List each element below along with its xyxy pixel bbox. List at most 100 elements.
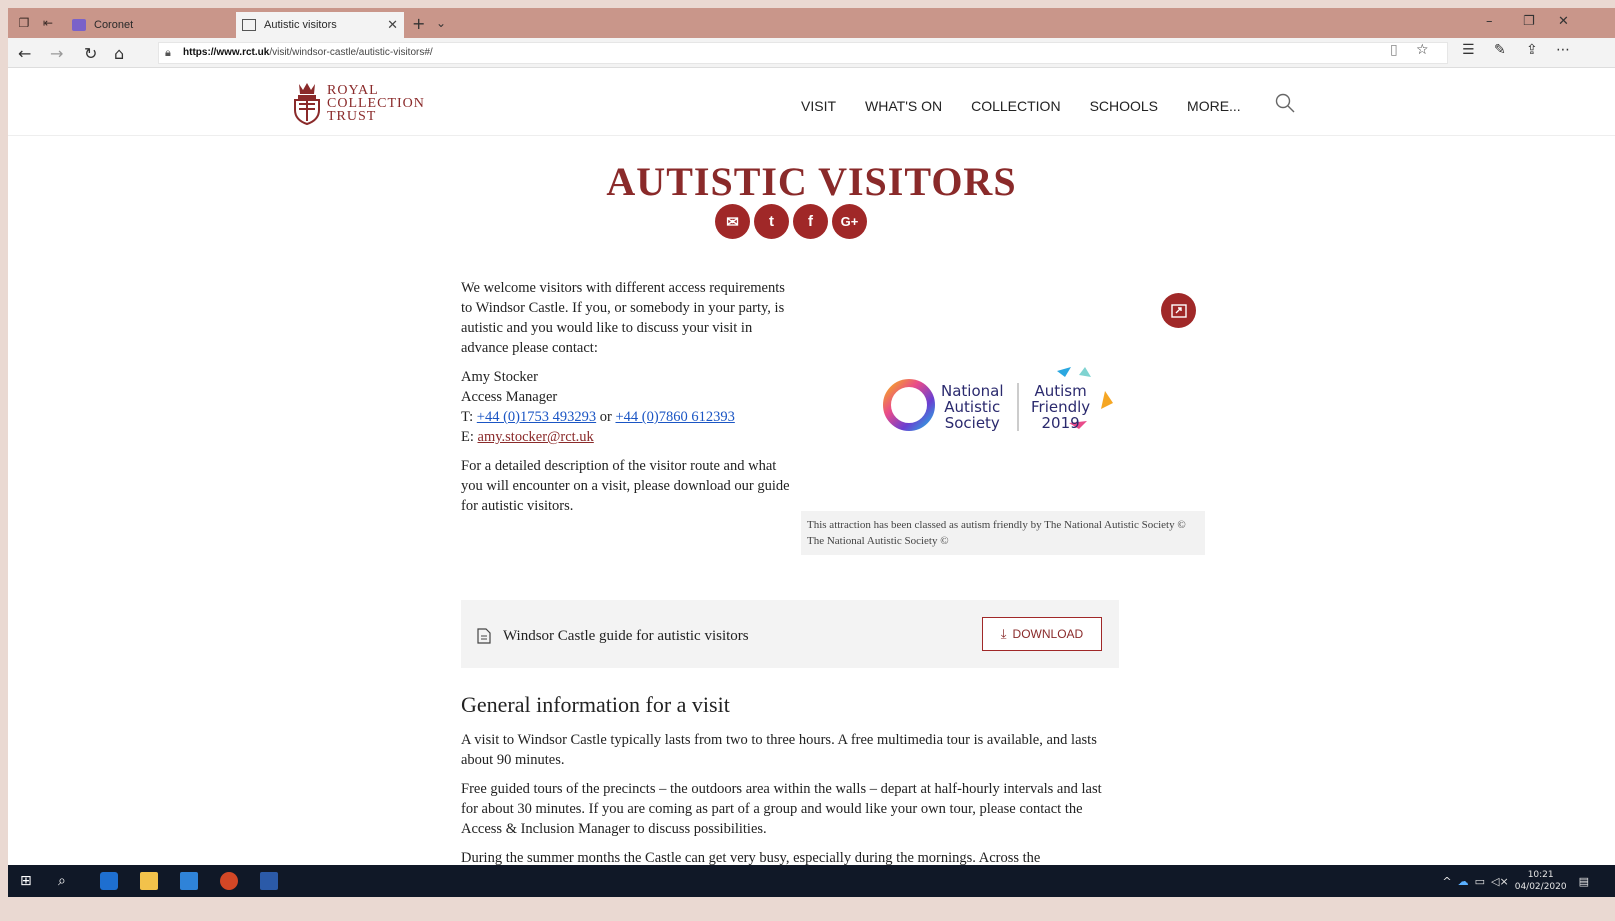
- af-line: Autism: [1034, 382, 1087, 400]
- clock-time: 10:21: [1527, 870, 1554, 880]
- crest-icon: [294, 83, 320, 126]
- more-icon[interactable]: ⋯: [1556, 42, 1570, 58]
- info-paragraph: A visit to Windsor Castle typically last…: [461, 732, 1097, 768]
- tab-label: Autistic visitors: [264, 19, 337, 31]
- share-icon[interactable]: ⇪: [1526, 42, 1538, 58]
- af-line: 2019: [1041, 414, 1080, 432]
- nas-line: Society: [944, 414, 1000, 432]
- page-icon: [242, 19, 256, 31]
- url-path: /visit/windsor-castle/autistic-visitors#…: [269, 47, 433, 58]
- af-line: Friendly: [1031, 398, 1091, 416]
- phone-link-2[interactable]: +44 (0)7860 612393: [615, 409, 734, 425]
- forward-arrow-icon[interactable]: →: [50, 44, 63, 63]
- reading-view-icon[interactable]: ▯: [1390, 42, 1398, 58]
- nas-name: National Autistic Society: [941, 383, 1004, 431]
- site-header: ROYAL COLLECTION TRUST VISIT WHAT'S ON C…: [8, 68, 1615, 136]
- intro-paragraph: We welcome visitors with different acces…: [461, 280, 785, 356]
- download-button[interactable]: ⤓ DOWNLOAD: [982, 617, 1102, 651]
- autism-friendly-logo: National Autistic Society Autism Friendl…: [881, 365, 1121, 435]
- contact-role: Access Manager: [461, 389, 558, 405]
- url-host: https://www.rct.uk: [183, 47, 270, 58]
- star-icon[interactable]: ☆: [1416, 42, 1429, 58]
- tab-bar: ❐ ⇤ Coronet Autistic visitors ✕ + ⌄ – ❐ …: [8, 8, 1615, 38]
- taskbar: ⊞ ⌕ ^ ☁ ▭ ◁× 10:21 04/02/2020 ▤: [8, 865, 1615, 897]
- minimize-icon[interactable]: –: [1486, 14, 1493, 29]
- powerpoint-icon[interactable]: [220, 872, 238, 890]
- search-taskbar-icon[interactable]: ⌕: [58, 872, 76, 890]
- phone-link-1[interactable]: +44 (0)1753 493293: [477, 409, 596, 425]
- search-icon[interactable]: [1274, 92, 1296, 114]
- edge-icon[interactable]: [100, 872, 118, 890]
- contact-name: Amy Stocker: [461, 369, 538, 385]
- autism-friendly-text: Autism Friendly 2019: [1031, 383, 1090, 431]
- google-plus-icon[interactable]: G+: [832, 204, 867, 239]
- page-title: AUTISTIC VISITORS: [606, 159, 1017, 204]
- email-link[interactable]: amy.stocker@rct.uk: [478, 429, 594, 445]
- close-tab-icon[interactable]: ✕: [387, 17, 398, 33]
- new-tab-icon[interactable]: +: [412, 16, 425, 32]
- logo-text: ROYAL COLLECTION TRUST: [327, 84, 425, 124]
- download-icon: ⤓: [1000, 626, 1007, 642]
- nav-more[interactable]: MORE...: [1187, 98, 1241, 114]
- image-caption: This attraction has been classed as auti…: [801, 511, 1205, 555]
- expand-image-icon[interactable]: [1161, 293, 1196, 328]
- set-aside-tabs-icon[interactable]: ⇤: [40, 15, 56, 31]
- nav-whats-on[interactable]: WHAT'S ON: [865, 98, 942, 114]
- notifications-icon[interactable]: ▤: [1579, 875, 1589, 888]
- email-icon[interactable]: ✉: [715, 204, 750, 239]
- system-tray: ^ ☁ ▭ ◁× 10:21 04/02/2020 ▤: [1442, 869, 1589, 893]
- word-icon[interactable]: [260, 872, 278, 890]
- tab-coronet[interactable]: Coronet: [66, 12, 232, 38]
- info-paragraph: During the summer months the Castle can …: [461, 850, 1041, 865]
- tab-autistic-visitors[interactable]: Autistic visitors ✕: [236, 12, 404, 38]
- lock-icon: 🔒︎: [165, 46, 171, 59]
- file-explorer-icon[interactable]: [140, 872, 158, 890]
- app-icon: [72, 19, 86, 31]
- onedrive-icon[interactable]: ☁: [1458, 875, 1469, 888]
- favorites-list-icon[interactable]: ☰: [1462, 42, 1475, 58]
- logo-line: TRUST: [327, 109, 377, 124]
- main-nav: VISIT WHAT'S ON COLLECTION SCHOOLS MORE.…: [801, 98, 1241, 114]
- tab-actions-icon[interactable]: ❐: [16, 15, 32, 31]
- address-bar: ← → ↻ ⌂ 🔒︎ https://www.rct.uk/visit/wind…: [8, 38, 1615, 68]
- clock-date: 04/02/2020: [1514, 882, 1567, 892]
- windows-start-icon[interactable]: ⊞: [20, 872, 38, 890]
- nav-collection[interactable]: COLLECTION: [971, 98, 1060, 114]
- contact-block: Amy Stocker Access Manager T: +44 (0)175…: [461, 367, 791, 447]
- page-content: ROYAL COLLECTION TRUST VISIT WHAT'S ON C…: [8, 68, 1615, 865]
- clock[interactable]: 10:21 04/02/2020: [1515, 869, 1567, 893]
- email-prefix: E:: [461, 429, 478, 445]
- pen-icon[interactable]: ✎: [1494, 42, 1506, 58]
- chevron-down-icon[interactable]: ⌄: [436, 16, 446, 30]
- home-icon[interactable]: ⌂: [114, 44, 124, 63]
- nas-line: National: [941, 382, 1004, 400]
- nas-line: Autistic: [944, 398, 1001, 416]
- window-close-icon[interactable]: ✕: [1558, 14, 1569, 29]
- tel-prefix: T:: [461, 409, 477, 425]
- twitter-icon[interactable]: t: [754, 204, 789, 239]
- url-input[interactable]: 🔒︎ https://www.rct.uk/visit/windsor-cast…: [158, 42, 1448, 64]
- chevron-up-icon[interactable]: ^: [1442, 875, 1451, 888]
- facebook-icon[interactable]: f: [793, 204, 828, 239]
- intro-text: We welcome visitors with different acces…: [461, 278, 791, 525]
- logo[interactable]: ROYAL COLLECTION TRUST: [291, 80, 431, 126]
- guide-paragraph: For a detailed description of the visito…: [461, 458, 790, 514]
- expand-glyph: [1170, 303, 1187, 318]
- download-label: DOWNLOAD: [1012, 627, 1084, 641]
- share-buttons: ✉ t f G+: [715, 204, 867, 239]
- download-panel: Windsor Castle guide for autistic visito…: [461, 600, 1119, 668]
- section-heading: General information for a visit: [461, 692, 730, 717]
- download-title: Windsor Castle guide for autistic visito…: [503, 628, 749, 644]
- network-icon[interactable]: ▭: [1475, 875, 1485, 888]
- nav-schools[interactable]: SCHOOLS: [1090, 98, 1158, 114]
- back-arrow-icon[interactable]: ←: [18, 44, 31, 63]
- document-icon: [477, 628, 491, 644]
- or-text: or: [596, 409, 616, 425]
- url-text: https://www.rct.uk/visit/windsor-castle/…: [183, 47, 433, 58]
- refresh-icon[interactable]: ↻: [84, 44, 97, 63]
- restore-icon[interactable]: ❐: [1523, 14, 1535, 29]
- general-info: A visit to Windsor Castle typically last…: [461, 730, 1121, 865]
- outlook-icon[interactable]: [180, 872, 198, 890]
- nav-visit[interactable]: VISIT: [801, 98, 836, 114]
- volume-icon[interactable]: ◁×: [1491, 875, 1509, 888]
